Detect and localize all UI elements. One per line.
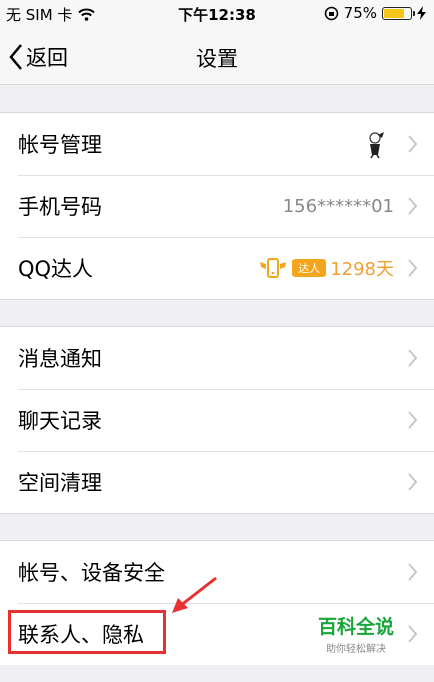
- row-label: 手机号码: [18, 195, 102, 219]
- watermark-title: 百科全说: [317, 616, 394, 638]
- message-group: 消息通知 聊天记录 空间清理: [0, 326, 434, 514]
- status-right: 75%: [324, 4, 426, 22]
- chevron-right-icon: [408, 197, 418, 215]
- qq-expert-row[interactable]: QQ达人 达人 1298天: [0, 237, 434, 299]
- account-management-row[interactable]: 帐号管理: [0, 113, 434, 175]
- chevron-right-icon: [408, 411, 418, 429]
- expert-days: 1298天: [330, 259, 394, 280]
- navigation-bar: 返回 设置: [0, 30, 434, 85]
- battery-level: [384, 8, 404, 18]
- chevron-right-icon: [408, 135, 418, 153]
- page-title: 设置: [196, 47, 238, 71]
- highlight-box: [8, 610, 166, 654]
- status-bar: 无 SIM 卡 下午12:38 75%: [0, 0, 434, 30]
- avatar: [369, 132, 384, 159]
- row-label: 帐号管理: [18, 133, 102, 157]
- rotation-lock-icon: [324, 6, 338, 20]
- row-label: 帐号、设备安全: [18, 561, 165, 585]
- watermark: 百科全说 助你轻松解决: [318, 612, 394, 655]
- battery-icon: [382, 6, 415, 20]
- charging-icon: [417, 6, 426, 20]
- row-label: 聊天记录: [18, 409, 102, 433]
- qq-expert-badge: 达人 1298天: [258, 255, 394, 281]
- chevron-right-icon: [408, 259, 418, 277]
- chevron-right-icon: [408, 625, 418, 643]
- row-label: 消息通知: [18, 347, 102, 371]
- phone-wings-icon: [260, 258, 287, 278]
- red-arrow-icon: [172, 576, 217, 613]
- chevron-right-icon: [408, 563, 418, 581]
- chevron-right-icon: [408, 349, 418, 367]
- battery-percent: 75%: [343, 4, 377, 22]
- chat-history-row[interactable]: 聊天记录: [0, 389, 434, 451]
- message-notification-row[interactable]: 消息通知: [0, 327, 434, 389]
- phone-number-value: 156******01: [282, 195, 394, 217]
- chevron-right-icon: [408, 473, 418, 491]
- expert-pill: 达人: [292, 259, 327, 277]
- row-label: 空间清理: [18, 471, 102, 495]
- row-label: QQ达人: [18, 257, 94, 281]
- phone-number-row[interactable]: 手机号码 156******01: [0, 175, 434, 237]
- account-group: 帐号管理 手机号码 156******01 QQ达人 达人 1298天: [0, 112, 434, 300]
- watermark-subtitle: 助你轻松解决: [325, 644, 386, 655]
- storage-cleanup-row[interactable]: 空间清理: [0, 451, 434, 513]
